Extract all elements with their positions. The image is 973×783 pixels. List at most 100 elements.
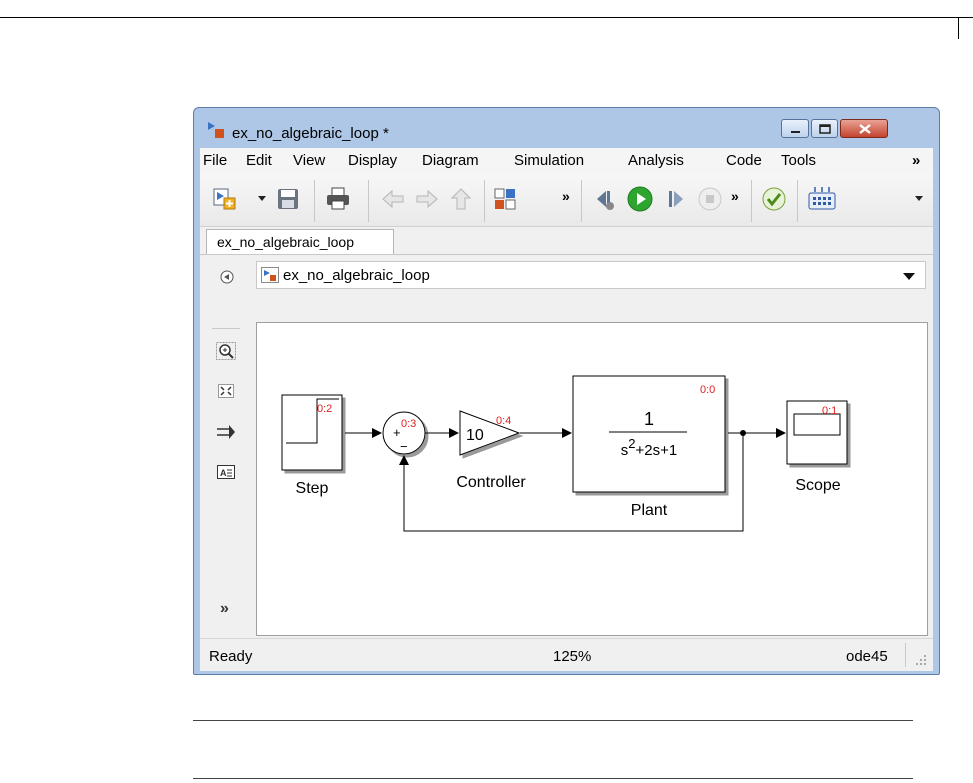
step-back-icon xyxy=(597,191,614,210)
status-separator xyxy=(905,643,906,667)
menu-edit[interactable]: Edit xyxy=(246,152,272,169)
forward-button[interactable] xyxy=(414,186,440,212)
plant-label: Plant xyxy=(631,502,668,519)
block-diagram: 0:2 Step + − 0:3 10 0:4 Controller 1 s2+… xyxy=(281,375,848,532)
svg-text:A: A xyxy=(220,468,227,478)
menu-file[interactable]: File xyxy=(203,152,227,169)
step-forward-icon xyxy=(669,191,683,207)
build-icon xyxy=(808,187,836,210)
controller-sample-time: 0:4 xyxy=(496,415,511,427)
tab-model[interactable]: ex_no_algebraic_loop xyxy=(206,229,394,254)
step-back-button[interactable] xyxy=(592,186,618,212)
toolbar: » » xyxy=(200,174,933,227)
page-rule-lower xyxy=(193,778,913,779)
fit-to-view-icon xyxy=(218,384,234,398)
minimize-button[interactable] xyxy=(781,119,809,138)
controller-gain-block[interactable]: 10 0:4 Controller xyxy=(456,410,526,491)
back-button[interactable] xyxy=(380,186,406,212)
page-top-rule xyxy=(0,17,973,18)
page-rule-upper xyxy=(193,720,913,721)
menu-bar: File Edit View Display Diagram Simulatio… xyxy=(200,148,933,175)
step-block[interactable]: 0:2 Step xyxy=(281,394,343,497)
model-path-box[interactable]: ex_no_algebraic_loop xyxy=(256,261,926,289)
menu-code[interactable]: Code xyxy=(726,152,762,169)
annotation-icon: A xyxy=(217,465,235,479)
menu-simulation[interactable]: Simulation xyxy=(514,152,584,169)
up-arrow-icon xyxy=(450,188,472,210)
toolbar-separator xyxy=(368,180,369,222)
maximize-icon xyxy=(819,124,831,134)
menu-display[interactable]: Display xyxy=(348,152,397,169)
resize-grip-icon[interactable] xyxy=(914,653,928,667)
address-bar: ex_no_algebraic_loop xyxy=(200,254,933,303)
print-button[interactable] xyxy=(325,186,351,212)
path-dropdown-arrow[interactable] xyxy=(903,273,915,280)
fit-to-view-button[interactable] xyxy=(216,382,236,400)
simulink-model-icon xyxy=(261,267,279,283)
toolbar-separator xyxy=(581,180,582,222)
menu-view[interactable]: View xyxy=(293,152,325,169)
menu-tools[interactable]: Tools xyxy=(781,152,816,169)
toolbar-separator xyxy=(797,180,798,222)
menu-diagram[interactable]: Diagram xyxy=(422,152,479,169)
branch-point xyxy=(740,430,746,436)
title-bar[interactable]: ex_no_algebraic_loop * xyxy=(194,108,939,148)
up-button[interactable] xyxy=(448,186,474,212)
toolbar-separator xyxy=(314,180,315,222)
plant-transfer-fcn-block[interactable]: 1 s2+2s+1 0:0 Plant xyxy=(572,375,726,519)
menu-analysis[interactable]: Analysis xyxy=(628,152,684,169)
print-icon xyxy=(327,187,349,210)
model-path-text: ex_no_algebraic_loop xyxy=(283,267,430,284)
model-advisor-button[interactable] xyxy=(761,186,787,212)
stop-button[interactable] xyxy=(697,186,723,212)
library-browser-button[interactable] xyxy=(493,186,519,212)
build-button[interactable] xyxy=(807,186,837,212)
sum-plus-sign: + xyxy=(393,425,401,440)
expand-palette-icon[interactable]: » xyxy=(220,600,229,618)
maximize-button[interactable] xyxy=(811,119,838,138)
controller-gain-value: 10 xyxy=(466,427,484,444)
sum-block[interactable]: + − 0:3 xyxy=(382,411,426,455)
diagram-canvas[interactable]: 0:2 Step + − 0:3 10 0:4 Controller 1 s2+… xyxy=(256,322,928,636)
run-button[interactable] xyxy=(627,186,653,212)
save-icon xyxy=(278,189,298,209)
signal-arrow-button[interactable] xyxy=(216,423,236,441)
toolbar-overflow-2[interactable]: » xyxy=(731,188,739,204)
toolbar-overflow-1[interactable]: » xyxy=(562,188,570,204)
sum-minus-sign: − xyxy=(400,439,408,454)
sum-sample-time: 0:3 xyxy=(401,418,416,430)
new-model-dropdown-arrow[interactable] xyxy=(258,196,266,201)
window-title: ex_no_algebraic_loop * xyxy=(232,125,389,142)
scope-label: Scope xyxy=(795,477,840,494)
step-label: Step xyxy=(296,480,329,497)
simulink-editor-window: ex_no_algebraic_loop * File Edit View Di… xyxy=(193,107,940,675)
zoom-icon xyxy=(216,342,236,360)
signal-arrow-icon xyxy=(217,425,235,439)
toolbar-separator xyxy=(751,180,752,222)
plant-sample-time: 0:0 xyxy=(700,384,715,396)
page-corner-rule xyxy=(958,17,959,39)
status-zoom: 125% xyxy=(553,648,592,665)
stop-icon xyxy=(698,187,722,211)
editor-client: File Edit View Display Diagram Simulatio… xyxy=(200,148,933,671)
close-button[interactable] xyxy=(840,119,888,138)
new-model-button[interactable] xyxy=(212,186,238,212)
run-icon xyxy=(627,186,653,212)
step-forward-button[interactable] xyxy=(663,186,689,212)
status-solver[interactable]: ode45 xyxy=(846,648,888,665)
menu-overflow[interactable]: » xyxy=(912,152,920,169)
scope-block[interactable]: 0:1 Scope xyxy=(786,400,848,494)
toolbar-separator xyxy=(484,180,485,222)
model-advisor-icon xyxy=(762,187,786,211)
zoom-button[interactable] xyxy=(216,342,236,360)
close-icon xyxy=(859,124,871,134)
model-tab-strip: ex_no_algebraic_loop xyxy=(200,227,933,254)
build-dropdown-arrow[interactable] xyxy=(915,196,923,201)
annotation-button[interactable]: A xyxy=(216,463,236,481)
plant-numerator: 1 xyxy=(644,409,654,429)
scope-sample-time: 0:1 xyxy=(822,405,837,417)
library-browser-icon xyxy=(494,188,516,210)
save-button[interactable] xyxy=(275,186,301,212)
hide-explorer-button[interactable] xyxy=(220,270,234,284)
simulink-model-icon xyxy=(206,120,226,140)
